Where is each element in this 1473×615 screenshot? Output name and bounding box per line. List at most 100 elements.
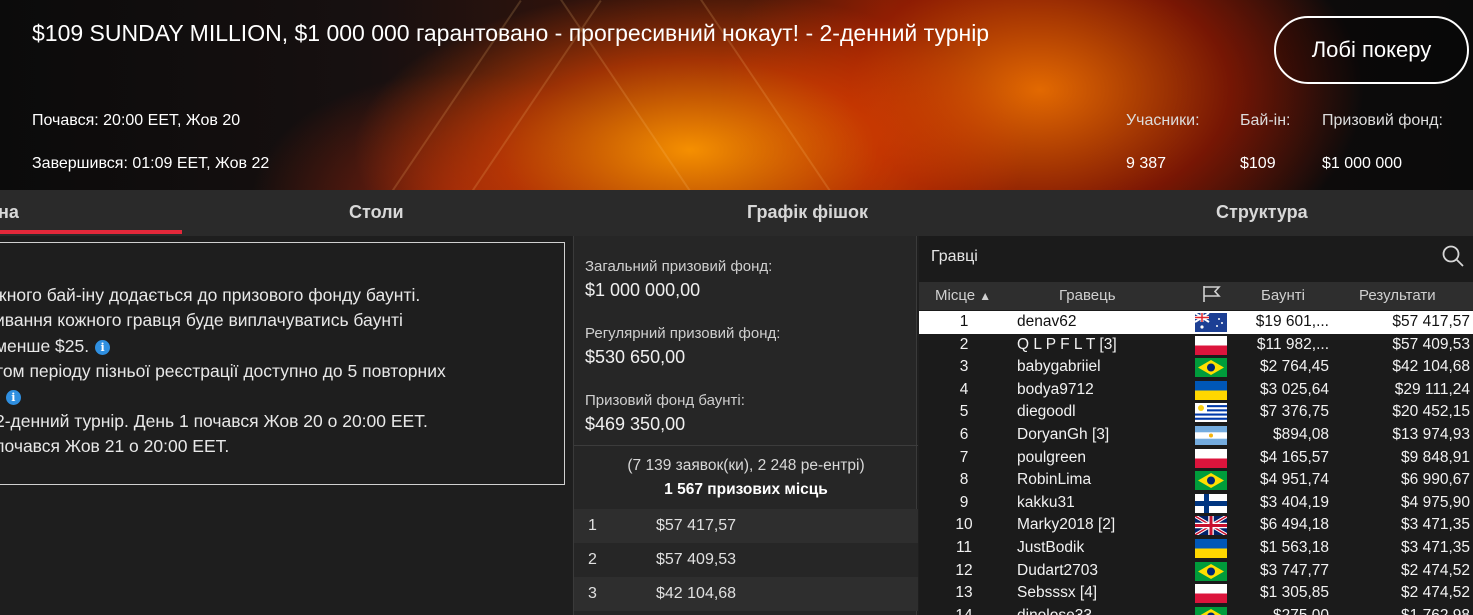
player-place: 7 bbox=[959, 448, 969, 466]
prizepool-label: Призовий фонд: bbox=[1322, 112, 1443, 129]
column-player[interactable]: Гравець bbox=[1059, 287, 1116, 304]
player-row[interactable]: 4 bodya9712 $3 025,64 $29 111,24 bbox=[919, 379, 1473, 402]
player-row[interactable]: 11 JustBodik $1 563,18 $3 471,35 bbox=[919, 537, 1473, 560]
column-results[interactable]: Результати bbox=[1359, 287, 1436, 304]
player-row[interactable]: 6 DoryanGh [3] $894,08 $13 974,93 bbox=[919, 424, 1473, 447]
tab-bar: на Столи Графік фішок Структура bbox=[0, 190, 1473, 236]
payout-amount: $57 417,57 bbox=[656, 517, 737, 534]
tournament-header: $109 SUNDAY MILLION, $1 000 000 гарантов… bbox=[0, 0, 1473, 190]
player-result: $9 848,91 bbox=[1401, 448, 1470, 466]
player-name: Q L P F L T [3] bbox=[1017, 335, 1117, 353]
country-flag-icon bbox=[1195, 584, 1227, 604]
tab-structure[interactable]: Структура bbox=[1216, 202, 1308, 223]
payout-row: 1 $57 417,57 bbox=[574, 509, 918, 543]
tournament-title: $109 SUNDAY MILLION, $1 000 000 гарантов… bbox=[32, 20, 990, 46]
player-place: 1 bbox=[959, 313, 969, 330]
player-bounty: $19 601,... bbox=[1255, 313, 1329, 330]
player-name: bodya9712 bbox=[1017, 380, 1094, 398]
player-name: dinolose33 bbox=[1017, 607, 1092, 615]
buyin-value: $109 bbox=[1240, 155, 1276, 172]
player-row[interactable]: 5 diegoodl $7 376,75 $20 452,15 bbox=[919, 401, 1473, 424]
player-result: $57 417,57 bbox=[1392, 313, 1470, 330]
player-row[interactable]: 1 denav62 $19 601,... $57 417,57 bbox=[919, 311, 1473, 334]
player-name: Sebsssx [4] bbox=[1017, 584, 1098, 602]
info-line: том періоду пізньої реєстрації доступно … bbox=[0, 361, 446, 381]
info-line-bounty-min: менше $25. i bbox=[0, 336, 111, 357]
info-line: 2-денний турнір. День 1 почався Жов 20 о… bbox=[0, 411, 428, 431]
search-icon[interactable] bbox=[1441, 244, 1465, 268]
player-result: $2 474,52 bbox=[1401, 561, 1470, 579]
poker-lobby-button[interactable]: Лобі покеру bbox=[1274, 16, 1469, 84]
player-result: $20 452,15 bbox=[1392, 403, 1470, 421]
player-result: $57 409,53 bbox=[1392, 335, 1470, 353]
info-line-reentries: .i bbox=[0, 386, 21, 407]
players-table-header: Місце ▲ Гравець Баунті Результати bbox=[919, 282, 1473, 310]
bounty-prizepool-label: Призовий фонд баунті: bbox=[585, 392, 745, 409]
divider bbox=[574, 445, 918, 446]
tab-info[interactable]: на bbox=[0, 202, 19, 223]
country-flag-icon bbox=[1195, 335, 1227, 355]
player-bounty: $3 404,19 bbox=[1260, 493, 1329, 511]
player-bounty: $3 025,64 bbox=[1260, 380, 1329, 398]
player-place: 2 bbox=[959, 335, 969, 353]
player-place: 12 bbox=[955, 561, 973, 579]
country-flag-icon bbox=[1195, 426, 1227, 445]
info-icon[interactable]: i bbox=[5, 390, 21, 405]
player-place: 4 bbox=[959, 380, 969, 398]
player-place: 3 bbox=[959, 358, 969, 376]
player-place: 11 bbox=[955, 539, 973, 556]
player-bounty: $275,00 bbox=[1234, 607, 1329, 615]
player-row[interactable]: 14 dinolose33 $275,00 $1 762,98 bbox=[919, 605, 1473, 615]
column-bounty[interactable]: Баунті bbox=[1261, 287, 1305, 304]
player-place: 14 bbox=[919, 607, 1009, 615]
info-box: жного бай-іну додається до призового фон… bbox=[0, 242, 565, 485]
tab-chip-graph[interactable]: Графік фішок bbox=[747, 202, 868, 223]
country-flag-icon bbox=[1195, 493, 1227, 513]
total-prizepool-value: $1 000 000,00 bbox=[585, 280, 701, 300]
country-flag-icon bbox=[1195, 448, 1227, 468]
players-label: Гравці bbox=[931, 248, 978, 265]
payout-amount: $57 409,53 bbox=[656, 551, 737, 568]
player-row[interactable]: 2 Q L P F L T [3] $11 982,... $57 409,53 bbox=[919, 334, 1473, 357]
player-place: 10 bbox=[955, 516, 973, 534]
country-flag-icon bbox=[1195, 403, 1227, 423]
player-result: $6 990,67 bbox=[1401, 471, 1470, 489]
player-bounty: $4 165,57 bbox=[1260, 448, 1329, 466]
player-name: denav62 bbox=[1017, 313, 1077, 330]
country-flag-icon bbox=[1195, 539, 1227, 558]
player-bounty: $2 764,45 bbox=[1260, 358, 1329, 376]
tab-tables[interactable]: Столи bbox=[349, 202, 404, 223]
player-result: $3 471,35 bbox=[1401, 539, 1470, 556]
player-row[interactable]: 7 poulgreen $4 165,57 $9 848,91 bbox=[919, 447, 1473, 470]
player-place: 8 bbox=[959, 471, 969, 489]
country-flag-icon bbox=[1195, 380, 1227, 400]
buyin-label: Бай-ін: bbox=[1240, 112, 1291, 129]
country-flag-icon bbox=[1195, 471, 1227, 491]
player-name: kakku31 bbox=[1017, 493, 1075, 511]
player-result: $4 975,90 bbox=[1401, 493, 1470, 511]
player-row[interactable]: 3 babygabriiel $2 764,45 $42 104,68 bbox=[919, 356, 1473, 379]
player-row[interactable]: 8 RobinLima $4 951,74 $6 990,67 bbox=[919, 469, 1473, 492]
prizepool-value: $1 000 000 bbox=[1322, 155, 1403, 172]
player-row[interactable]: 9 kakku31 $3 404,19 $4 975,90 bbox=[919, 492, 1473, 515]
column-place[interactable]: Місце ▲ bbox=[935, 287, 991, 304]
regular-prizepool-value: $530 650,00 bbox=[585, 347, 686, 367]
country-flag-icon bbox=[1195, 358, 1227, 378]
column-place-label: Місце bbox=[935, 287, 976, 304]
total-prizepool-label: Загальний призовий фонд: bbox=[585, 258, 773, 275]
active-tab-indicator bbox=[0, 230, 182, 234]
player-bounty: $4 951,74 bbox=[1260, 471, 1329, 489]
player-row[interactable]: 10 Marky2018 [2] $6 494,18 $3 471,35 bbox=[919, 514, 1473, 537]
flag-column-icon[interactable] bbox=[1202, 285, 1222, 307]
entries-count: (7 139 заявок(ки), 2 248 ре-ентрі) bbox=[627, 457, 865, 474]
players-panel: Гравці Місце ▲ Гравець Баунті Результати… bbox=[919, 236, 1473, 615]
player-name: Dudart2703 bbox=[1017, 561, 1099, 579]
entrants-label: Учасники: bbox=[1126, 112, 1200, 129]
player-place: 13 bbox=[955, 584, 973, 602]
info-line: жного бай-іну додається до призового фон… bbox=[0, 285, 421, 305]
player-row[interactable]: 13 Sebsssx [4] $1 305,85 $2 474,52 bbox=[919, 582, 1473, 605]
player-result: $42 104,68 bbox=[1392, 358, 1470, 376]
player-row[interactable]: 12 Dudart2703 $3 747,77 $2 474,52 bbox=[919, 560, 1473, 583]
player-result: $13 974,93 bbox=[1392, 426, 1470, 443]
info-icon[interactable]: i bbox=[95, 340, 111, 355]
